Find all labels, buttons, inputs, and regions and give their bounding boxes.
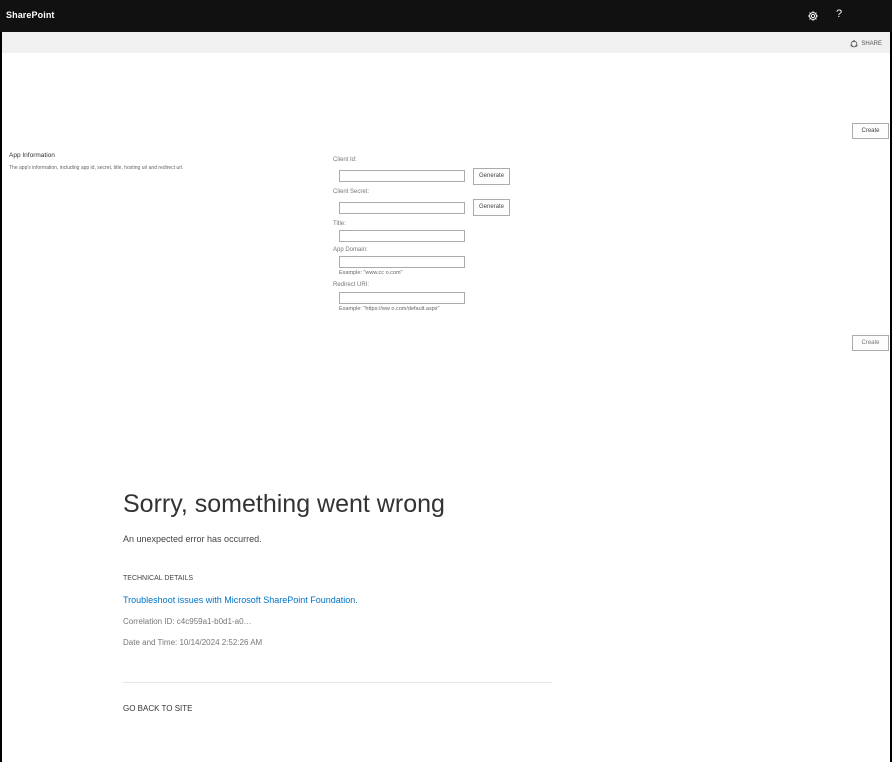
error-title: Sorry, something went wrong bbox=[123, 490, 445, 518]
share-icon bbox=[850, 40, 858, 48]
generate-client-secret-button[interactable]: Generate bbox=[473, 199, 510, 216]
client-secret-input[interactable] bbox=[339, 202, 465, 214]
help-icon[interactable]: ? bbox=[836, 8, 842, 20]
app-info-description: The app's information, including app id,… bbox=[9, 165, 184, 171]
gear-icon[interactable] bbox=[807, 9, 823, 25]
app-domain-label: App Domain: bbox=[333, 247, 368, 253]
correlation-id: Correlation ID: c4c959a1-b0d1-a0… bbox=[123, 617, 252, 626]
generate-client-id-button[interactable]: Generate bbox=[473, 168, 510, 185]
share-button[interactable]: SHARE bbox=[850, 40, 882, 48]
share-label: SHARE bbox=[861, 41, 882, 47]
ribbon-bar: SHARE bbox=[2, 32, 890, 53]
redirect-uri-input[interactable] bbox=[339, 292, 465, 304]
client-id-label: Client Id: bbox=[333, 157, 357, 163]
title-input[interactable] bbox=[339, 230, 465, 242]
client-id-input[interactable] bbox=[339, 170, 465, 182]
redirect-uri-label: Redirect URI: bbox=[333, 282, 370, 288]
technical-details-heading: TECHNICAL DETAILS bbox=[123, 575, 194, 582]
troubleshoot-link[interactable]: Troubleshoot issues with Microsoft Share… bbox=[123, 595, 358, 605]
window-border-left bbox=[0, 0, 2, 762]
go-back-to-site-link[interactable]: GO BACK TO SITE bbox=[123, 704, 193, 713]
client-secret-label: Client Secret: bbox=[333, 189, 370, 195]
redirect-uri-example: Example: "https://ww o.com/default.aspx" bbox=[339, 306, 440, 312]
app-domain-example: Example: "www.cc o.com" bbox=[339, 270, 403, 276]
suite-bar: SharePoint ? bbox=[0, 0, 892, 32]
app-domain-input[interactable] bbox=[339, 256, 465, 268]
app-info-title: App Information bbox=[9, 152, 55, 159]
sharepoint-brand[interactable]: SharePoint bbox=[6, 10, 55, 20]
title-label: Title: bbox=[333, 221, 346, 227]
create-button-bottom[interactable]: Create bbox=[852, 335, 889, 351]
create-button-top[interactable]: Create bbox=[852, 123, 889, 139]
error-datetime: Date and Time: 10/14/2024 2:52:26 AM bbox=[123, 638, 263, 647]
error-message: An unexpected error has occurred. bbox=[123, 534, 262, 544]
divider bbox=[123, 682, 552, 683]
